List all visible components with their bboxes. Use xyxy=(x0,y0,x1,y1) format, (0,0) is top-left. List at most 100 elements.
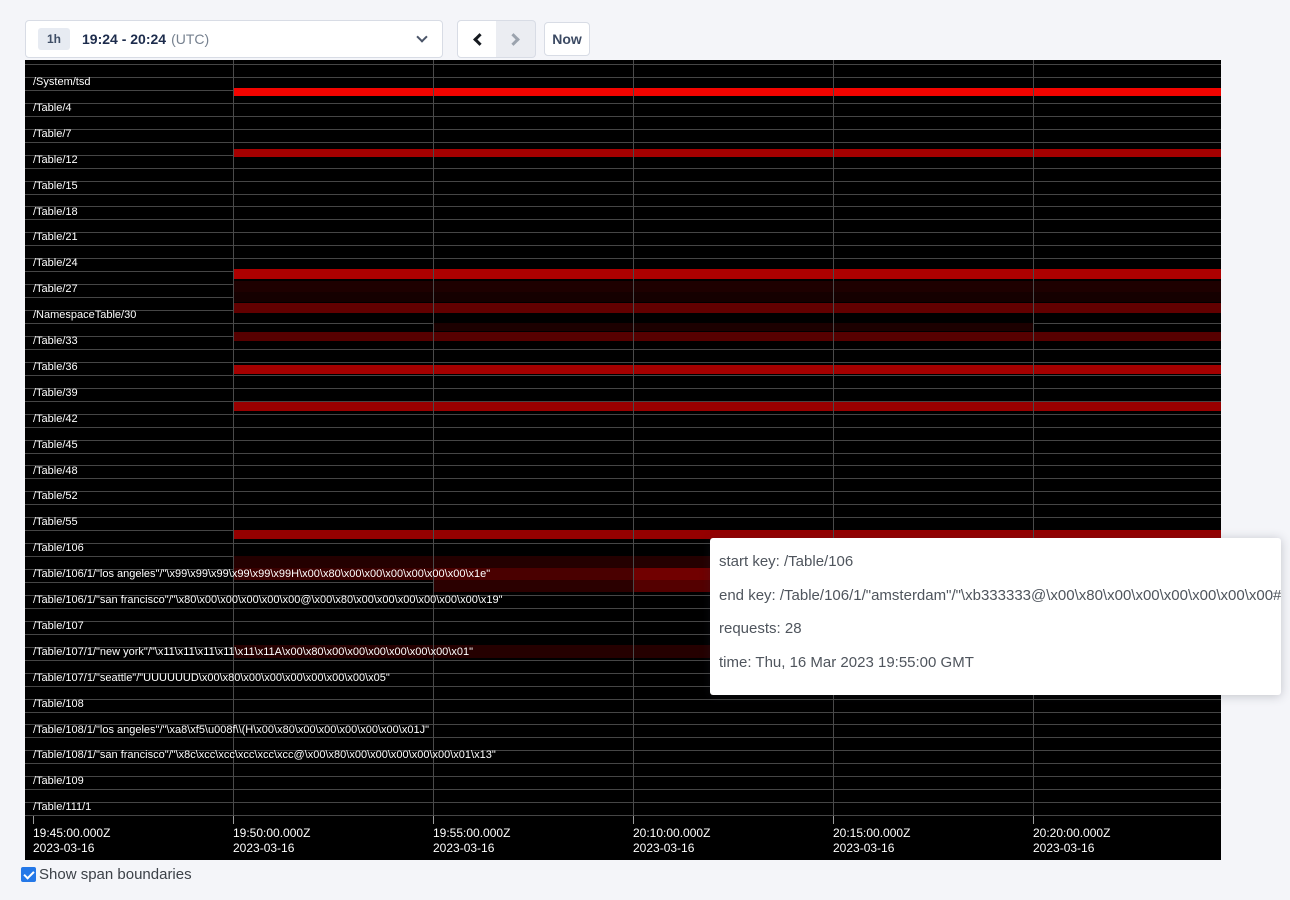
span-boundary-line xyxy=(25,375,1221,376)
row-label: /Table/106/1/"los angeles"/"\x99\x99\x99… xyxy=(33,568,490,581)
x-axis-date: 2023-03-16 xyxy=(33,841,110,856)
span-boundary-line xyxy=(25,427,1221,428)
time-tick xyxy=(233,816,234,824)
time-tick xyxy=(633,816,634,824)
span-boundary-line xyxy=(25,763,1221,764)
span-boundary-line xyxy=(25,712,1221,713)
time-tick xyxy=(1033,816,1034,824)
heatmap-band xyxy=(233,292,1221,302)
span-boundary-line xyxy=(25,258,1221,259)
span-boundary-line xyxy=(25,129,1221,130)
span-boundary-line xyxy=(25,245,1221,246)
span-boundary-line xyxy=(25,478,1221,479)
prev-time-button[interactable] xyxy=(457,20,497,58)
row-label: /Table/33 xyxy=(33,335,78,348)
row-label: /Table/55 xyxy=(33,516,78,529)
row-label: /Table/107 xyxy=(33,620,84,633)
row-label: /Table/48 xyxy=(33,465,78,478)
span-boundary-line xyxy=(25,453,1221,454)
heatmap-band xyxy=(233,332,1221,341)
row-label: /Table/42 xyxy=(33,413,78,426)
row-label: /Table/107/1/"seattle"/"UUUUUUD\x00\x80\… xyxy=(33,672,390,685)
row-label: /Table/45 xyxy=(33,439,78,452)
time-tick xyxy=(433,816,434,824)
row-label: /NamespaceTable/30 xyxy=(33,309,136,322)
span-boundary-line xyxy=(25,77,1221,78)
row-label: /Table/106 xyxy=(33,542,84,555)
chevron-down-icon xyxy=(416,31,427,42)
span-boundary-line xyxy=(25,414,1221,415)
x-axis-label: 19:55:00.000Z2023-03-16 xyxy=(433,826,510,856)
time-range-label: 19:24 - 20:24 xyxy=(82,31,166,47)
x-axis-date: 2023-03-16 xyxy=(1033,841,1110,856)
x-axis-label: 19:50:00.000Z2023-03-16 xyxy=(233,826,310,856)
span-boundary-line xyxy=(25,388,1221,389)
chevron-left-icon xyxy=(473,33,486,46)
duration-badge: 1h xyxy=(38,28,70,50)
row-label: /Table/107/1/"new york"/"\x11\x11\x11\x1… xyxy=(33,646,473,659)
span-boundary-line xyxy=(25,116,1221,117)
heatmap-band xyxy=(233,402,1221,411)
row-label: /Table/15 xyxy=(33,180,78,193)
heatmap-band xyxy=(233,365,1221,374)
tooltip-time: time: Thu, 16 Mar 2023 19:55:00 GMT xyxy=(719,646,1281,680)
x-axis-time: 19:50:00.000Z xyxy=(233,826,310,841)
heatmap[interactable]: /System/tsd/Table/4/Table/7/Table/12/Tab… xyxy=(25,60,1221,860)
row-label: /System/tsd xyxy=(33,76,90,89)
span-boundary-line xyxy=(25,219,1221,220)
x-axis-date: 2023-03-16 xyxy=(433,841,510,856)
span-boundary-line xyxy=(25,362,1221,363)
time-range-selector[interactable]: 1h 19:24 - 20:24 (UTC) xyxy=(25,20,443,58)
footer: Show span boundaries xyxy=(21,866,192,883)
row-label: /Table/108/1/"san francisco"/"\x8c\xcc\x… xyxy=(33,749,496,762)
row-label: /Table/108/1/"los angeles"/"\xa8\xf5\u00… xyxy=(33,724,429,737)
heatmap-band xyxy=(233,281,1221,292)
show-span-boundaries-checkbox[interactable] xyxy=(21,867,36,882)
time-gridline xyxy=(433,60,434,816)
heatmap-band xyxy=(433,323,1033,331)
x-axis-time: 19:45:00.000Z xyxy=(33,826,110,841)
row-label: /Table/111/1 xyxy=(33,801,91,814)
span-boundary-line xyxy=(25,232,1221,233)
span-boundary-line xyxy=(25,465,1221,466)
row-label: /Table/21 xyxy=(33,231,78,244)
span-boundary-line xyxy=(25,206,1221,207)
span-boundary-line xyxy=(25,504,1221,505)
show-span-boundaries-label: Show span boundaries xyxy=(39,866,192,883)
next-time-button[interactable] xyxy=(496,20,536,58)
row-label: /Table/4 xyxy=(33,102,72,115)
span-boundary-line xyxy=(25,789,1221,790)
tooltip-start-key: start key: /Table/106 xyxy=(719,545,1281,579)
span-boundary-line xyxy=(25,517,1221,518)
x-axis-date: 2023-03-16 xyxy=(833,841,910,856)
time-gridline xyxy=(233,60,234,816)
x-axis-label: 19:45:00.000Z2023-03-16 xyxy=(33,826,110,856)
row-label: /Table/39 xyxy=(33,387,78,400)
span-boundary-line xyxy=(25,64,1221,65)
time-gridline xyxy=(633,60,634,816)
time-tick xyxy=(33,816,34,824)
time-gridline xyxy=(1033,60,1034,816)
row-label: /Table/52 xyxy=(33,490,78,503)
span-tooltip: start key: /Table/106 end key: /Table/10… xyxy=(710,538,1281,695)
x-axis-time: 20:10:00.000Z xyxy=(633,826,710,841)
timezone-label: (UTC) xyxy=(171,31,209,47)
span-boundary-line xyxy=(25,815,1221,816)
x-axis-label: 20:10:00.000Z2023-03-16 xyxy=(633,826,710,856)
now-button[interactable]: Now xyxy=(544,22,590,56)
x-axis-time: 19:55:00.000Z xyxy=(433,826,510,841)
x-axis-label: 20:15:00.000Z2023-03-16 xyxy=(833,826,910,856)
row-label: /Table/36 xyxy=(33,361,78,374)
heatmap-band xyxy=(233,149,1221,157)
tooltip-requests: requests: 28 xyxy=(719,612,1281,646)
span-boundary-line xyxy=(25,181,1221,182)
span-boundary-line xyxy=(25,349,1221,350)
row-label: /Table/108 xyxy=(33,698,84,711)
x-axis-time: 20:20:00.000Z xyxy=(1033,826,1110,841)
span-boundary-line xyxy=(25,194,1221,195)
heatmap-band xyxy=(233,269,1221,279)
span-boundary-line xyxy=(25,699,1221,700)
tooltip-end-key: end key: /Table/106/1/"amsterdam"/"\xb33… xyxy=(719,579,1281,613)
time-gridline xyxy=(833,60,834,816)
span-boundary-line xyxy=(25,440,1221,441)
